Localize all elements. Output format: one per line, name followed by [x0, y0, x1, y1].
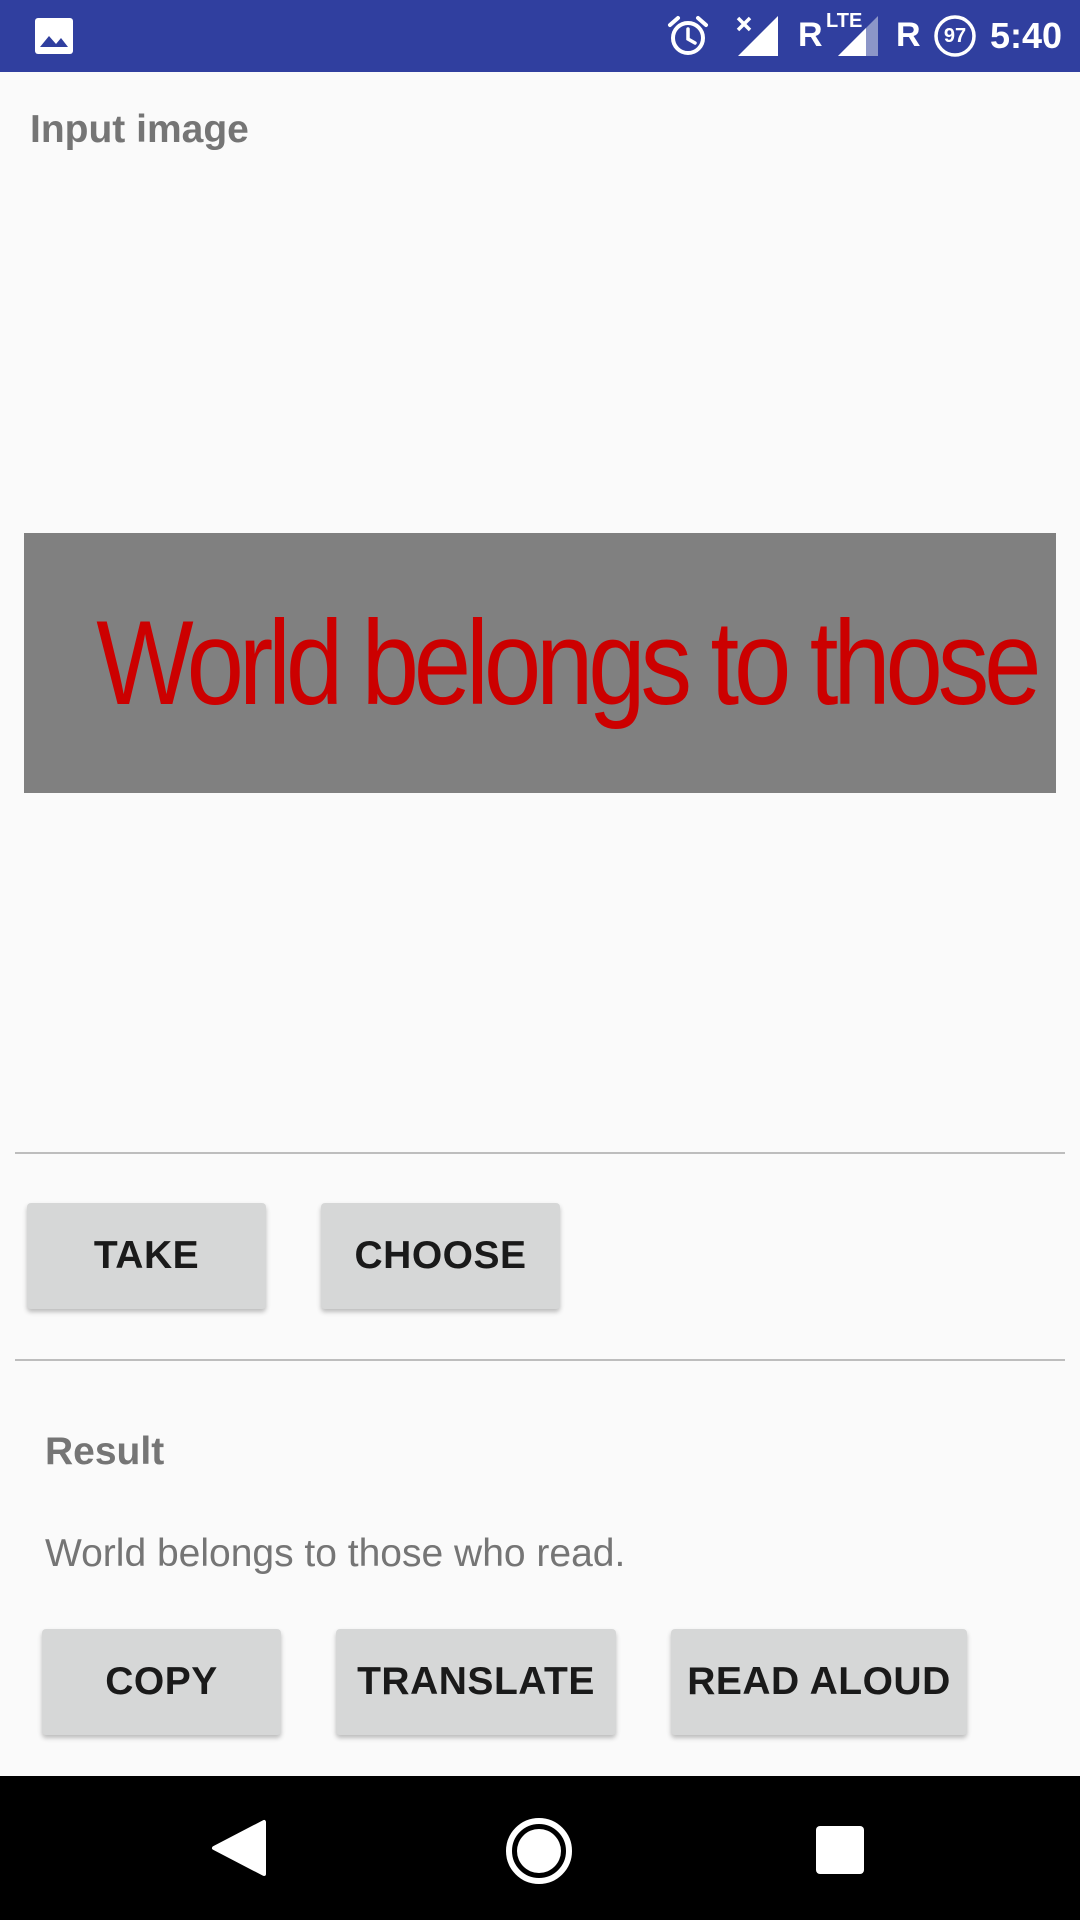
- result-text: World belongs to those who read.: [45, 1532, 626, 1575]
- signal-off-icon: [734, 14, 780, 63]
- choose-button[interactable]: CHOOSE: [321, 1203, 560, 1309]
- copy-button[interactable]: COPY: [42, 1629, 281, 1735]
- signal-lte-icon: [836, 14, 880, 63]
- result-label: Result: [45, 1430, 165, 1473]
- home-icon[interactable]: [504, 1816, 574, 1891]
- roaming-indicator: R: [798, 16, 823, 54]
- gallery-icon: [34, 17, 74, 60]
- battery-level: 97: [943, 25, 967, 47]
- input-image-label: Input image: [30, 108, 249, 151]
- divider: [15, 1152, 1065, 1154]
- input-image: World belongs to those who read.: [24, 533, 1056, 793]
- roaming-indicator-2: R: [896, 16, 921, 54]
- translate-button[interactable]: TRANSLATE: [336, 1629, 616, 1735]
- take-button[interactable]: TAKE: [27, 1203, 266, 1309]
- navigation-bar: [0, 1776, 1080, 1920]
- input-image-text: World belongs to those who read.: [96, 596, 1056, 730]
- divider: [15, 1359, 1065, 1361]
- recents-icon[interactable]: [814, 1824, 866, 1881]
- alarm-icon: [666, 14, 710, 63]
- back-icon[interactable]: [210, 1818, 266, 1883]
- clock: 5:40: [990, 15, 1063, 56]
- status-bar: R LTE R 97 5:40: [0, 0, 1080, 72]
- read-aloud-button[interactable]: READ ALOUD: [671, 1629, 967, 1735]
